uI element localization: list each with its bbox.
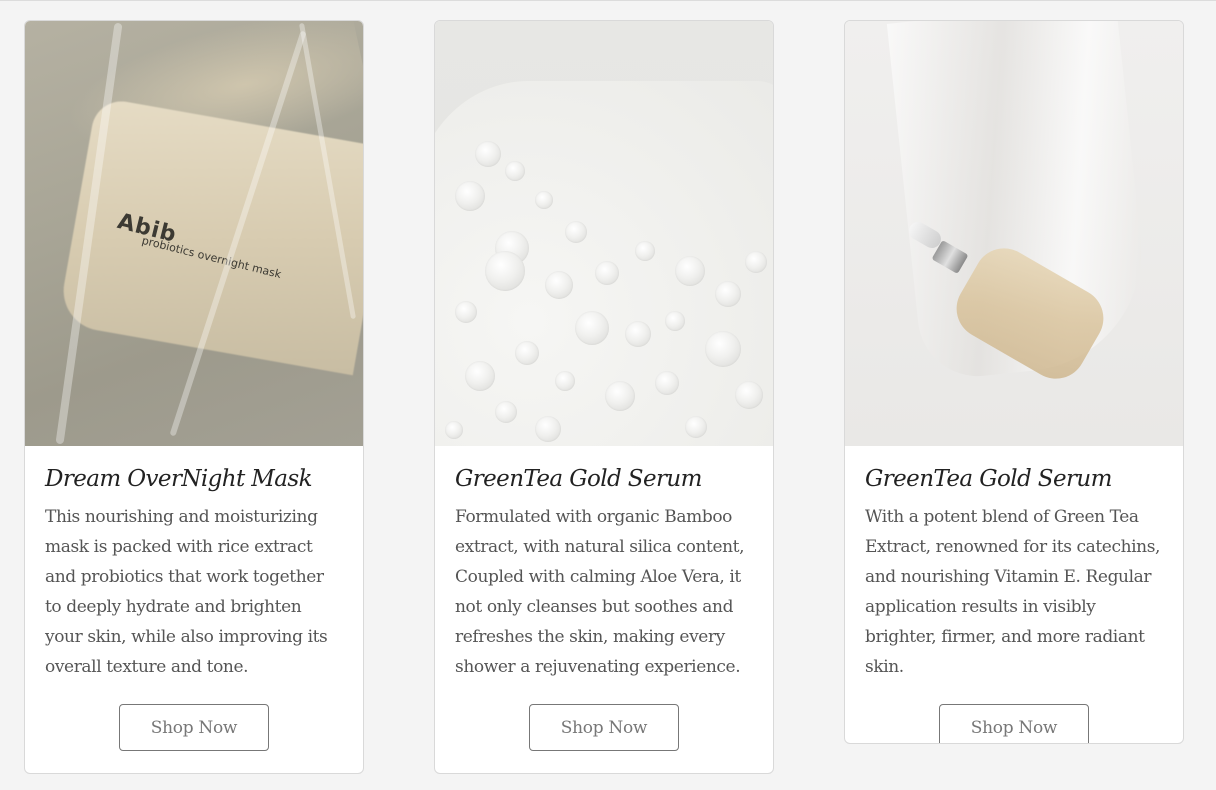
product-image-foam: [435, 21, 773, 446]
product-title: Dream OverNight Mask: [45, 466, 313, 492]
shop-now-button[interactable]: Shop Now: [119, 704, 269, 751]
product-card-greentea-gold-serum-2: GreenTea Gold Serum With a potent blend …: [844, 20, 1184, 744]
product-card-greentea-gold-serum: GreenTea Gold Serum Formulated with orga…: [434, 20, 774, 774]
shop-now-button[interactable]: Shop Now: [939, 704, 1089, 743]
product-title: GreenTea Gold Serum: [455, 466, 702, 492]
product-image-mask-jar: Abib probiotics overnight mask: [25, 21, 363, 446]
product-card-dream-overnight-mask: Abib probiotics overnight mask Dream Ove…: [24, 20, 364, 774]
product-image-serum-bottle: [845, 21, 1183, 446]
product-description: This nourishing and moisturizing mask is…: [45, 507, 328, 677]
product-description: Formulated with organic Bamboo extract, …: [455, 507, 745, 677]
product-description: With a potent blend of Green Tea Extract…: [865, 507, 1161, 677]
shop-now-button[interactable]: Shop Now: [529, 704, 679, 751]
page: { "cards": [ { "title": "Dream OverNight…: [0, 0, 1216, 790]
product-title: GreenTea Gold Serum: [865, 466, 1112, 492]
